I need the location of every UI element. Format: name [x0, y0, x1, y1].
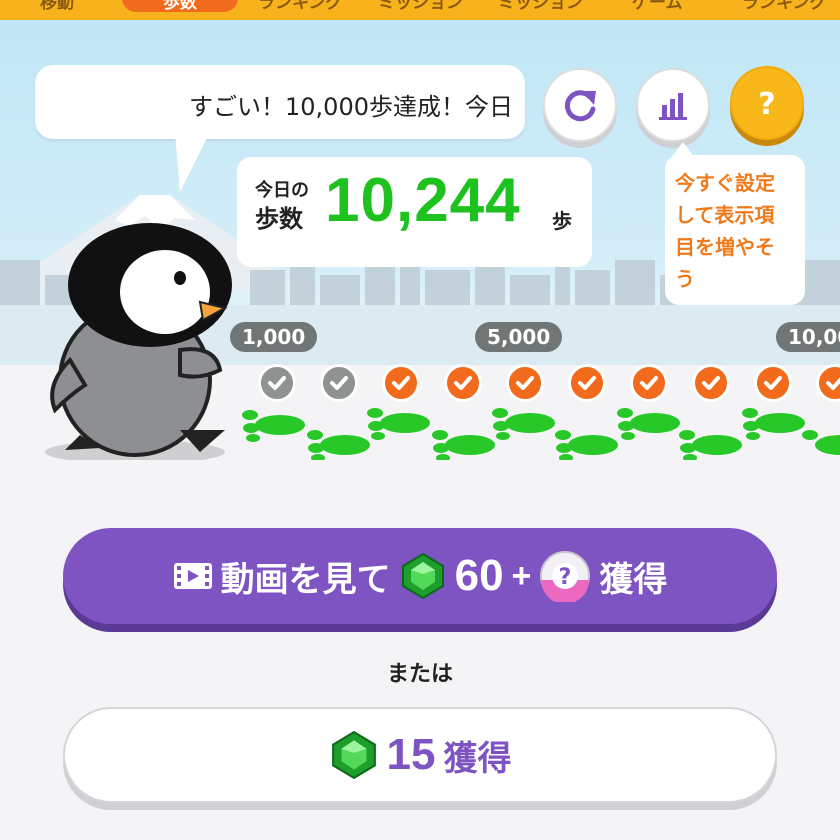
gem-label: 獲得 — [443, 738, 512, 779]
or-separator: または — [386, 662, 453, 687]
top-tab-bar: 移動 歩数 ランキング ミッション ミッション ゲーム ランキング — [0, 0, 840, 20]
svg-text:?: ? — [559, 565, 572, 590]
mystery-capsule-icon: ? — [540, 551, 591, 602]
film-icon — [173, 563, 212, 589]
watch-video-button[interactable]: 動画を見て 60 + ? 獲得 — [63, 528, 777, 624]
gem-amount: 15 — [386, 730, 436, 779]
tab-mission-1[interactable]: ミッション — [378, 0, 463, 13]
video-plus: + — [511, 556, 532, 595]
walking-scene: すごい！10,000歩達成！今日 ? 今日の 歩数 10,244 歩 今すぐ設定… — [0, 20, 840, 460]
video-label-left: 動画を見て — [220, 559, 391, 600]
tab-game[interactable]: ゲーム — [632, 0, 683, 13]
emerald-gem-icon — [331, 730, 376, 780]
video-label-right: 獲得 — [599, 559, 668, 600]
tab-steps[interactable]: 歩数 — [122, 0, 238, 13]
tab-ranking[interactable]: ランキング — [258, 0, 343, 13]
tab-mission-2[interactable]: ミッション — [498, 0, 583, 13]
penguin-mascot — [45, 223, 232, 460]
video-gem-amount: 60 — [454, 551, 504, 600]
tab-ranking-2[interactable]: ランキング — [742, 0, 827, 13]
claim-gems-button[interactable]: 15 獲得 — [63, 707, 777, 803]
tab-move[interactable]: 移動 — [40, 0, 74, 13]
emerald-gem-icon — [401, 552, 444, 600]
